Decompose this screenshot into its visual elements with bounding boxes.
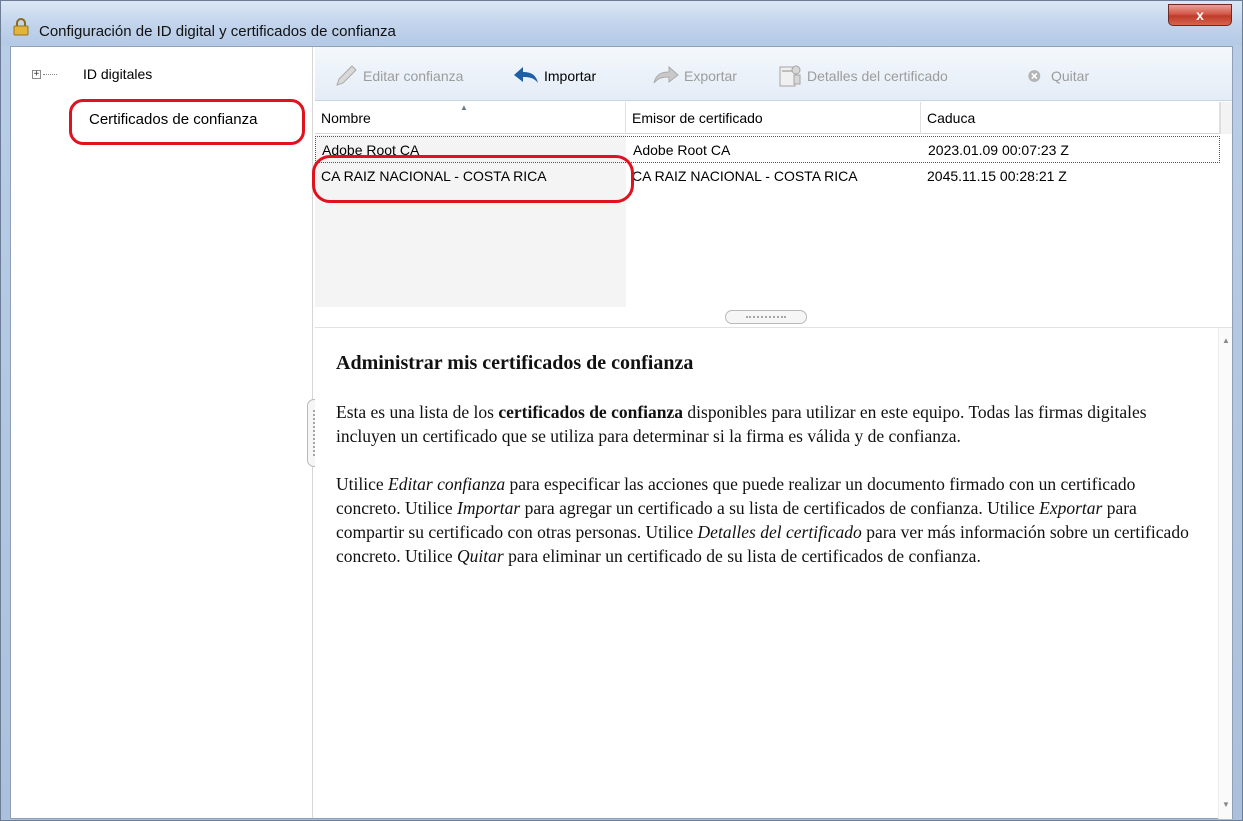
text-run-italic: Quitar [457, 546, 504, 566]
description-pane: Administrar mis certificados de confianz… [315, 327, 1232, 819]
certificates-table: Nombre ▲ Emisor de certificado Caduca Ad… [312, 102, 1232, 307]
description-paragraph-2: Utilice Editar confianza para especifica… [336, 472, 1202, 568]
tree-item-digital-ids[interactable]: ID digitales [83, 66, 152, 82]
remove-x-icon [1028, 70, 1041, 82]
text-run: para agregar un certificado a su lista d… [520, 498, 1040, 518]
title-bar[interactable]: Configuración de ID digital y certificad… [1, 1, 1242, 45]
column-header-label: Caduca [927, 110, 976, 126]
tree-expand-icon[interactable]: + [32, 70, 41, 79]
pencil-icon [336, 65, 357, 86]
cell-issuer: CA RAIZ NACIONAL - COSTA RICA [632, 168, 858, 184]
sort-ascending-icon: ▲ [460, 103, 468, 112]
import-button[interactable]: Importar [510, 59, 596, 93]
certificate-details-icon [779, 65, 801, 87]
text-run-italic: Exportar [1039, 498, 1103, 518]
certificate-details-button[interactable]: Detalles del certificado [777, 59, 948, 93]
highlight-ring-row [312, 155, 634, 203]
cell-expires: 2045.11.15 00:28:21 Z [927, 168, 1067, 184]
navigation-tree: + ID digitales Certificados de confianza [11, 47, 313, 818]
text-run-italic: Detalles del certificado [697, 522, 862, 542]
certificate-details-label: Detalles del certificado [807, 68, 948, 84]
column-header-label: Nombre [321, 110, 371, 126]
text-run: Utilice [336, 474, 388, 494]
text-run: para eliminar un certificado de su lista… [503, 546, 981, 566]
edit-trust-button[interactable]: Editar confianza [333, 59, 463, 93]
column-header-expires[interactable]: Caduca [921, 102, 1220, 134]
lock-icon [13, 18, 29, 36]
cell-issuer: Adobe Root CA [633, 142, 731, 158]
import-arrow-icon [514, 67, 538, 83]
window-title: Configuración de ID digital y certificad… [39, 23, 396, 40]
text-run-bold: certificados de confianza [498, 402, 684, 422]
horizontal-splitter-grip[interactable] [725, 310, 807, 324]
description-title: Administrar mis certificados de confianz… [336, 352, 694, 374]
import-label: Importar [544, 68, 597, 84]
edit-trust-label: Editar confianza [363, 68, 464, 84]
text-run-italic: Importar [457, 498, 521, 518]
close-button[interactable]: x [1168, 4, 1232, 26]
tree-connector [43, 74, 57, 75]
text-run-italic: Editar confianza [388, 474, 506, 494]
table-scrollbar-corner [1220, 102, 1232, 134]
column-header-issuer[interactable]: Emisor de certificado [626, 102, 921, 134]
description-content: Administrar mis certificados de confianz… [336, 351, 1202, 592]
text-run: Esta es una lista de los [336, 402, 499, 422]
cell-expires: 2023.01.09 00:07:23 Z [928, 142, 1069, 158]
scroll-down-icon[interactable]: ▼ [1222, 800, 1230, 809]
table-header: Nombre ▲ Emisor de certificado Caduca [315, 102, 1232, 134]
export-button[interactable]: Exportar [650, 59, 737, 93]
highlight-ring-tree [69, 99, 305, 145]
dialog-window: Configuración de ID digital y certificad… [0, 0, 1243, 821]
export-arrow-icon [653, 65, 679, 84]
remove-button[interactable]: Quitar [1025, 59, 1089, 93]
export-label: Exportar [684, 68, 737, 84]
remove-label: Quitar [1051, 68, 1090, 84]
description-paragraph-1: Esta es una lista de los certificados de… [336, 400, 1202, 448]
column-header-label: Emisor de certificado [632, 110, 763, 126]
description-scrollbar[interactable]: ▲ ▼ [1218, 328, 1232, 819]
dialog-client-area: + ID digitales Certificados de confianza… [10, 46, 1233, 819]
column-header-name[interactable]: Nombre [315, 102, 626, 134]
scroll-up-icon[interactable]: ▲ [1222, 336, 1230, 345]
toolbar: Editar confianza Importar Exportar Detal… [315, 47, 1232, 101]
